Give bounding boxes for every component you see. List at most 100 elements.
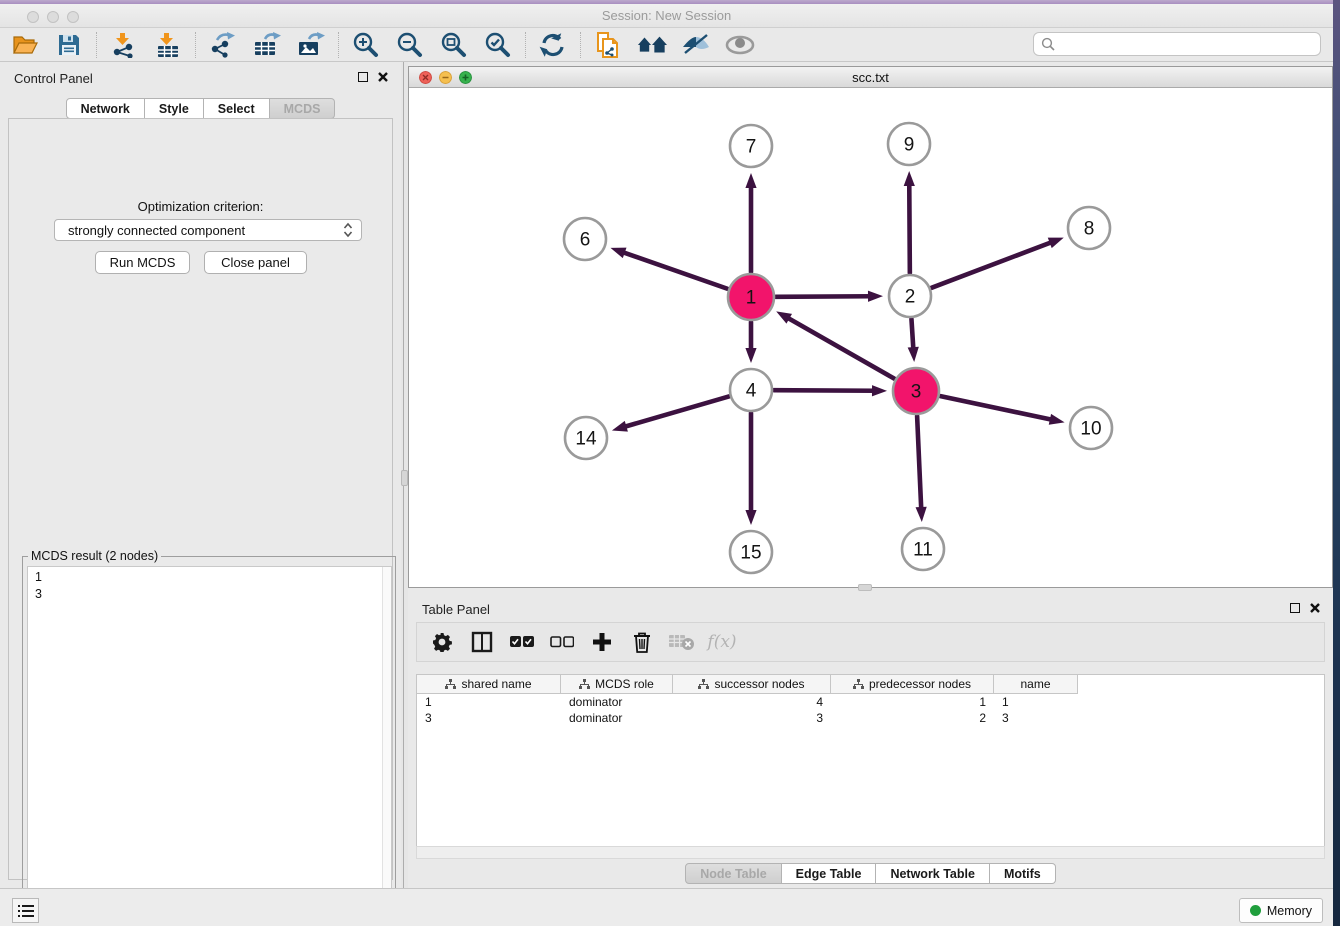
deselect-all-rows-icon[interactable] (549, 629, 575, 655)
network-canvas[interactable]: 7 9 6 8 1 2 4 3 14 10 15 11 (409, 88, 1332, 587)
cell-mcds-role[interactable]: dominator (561, 710, 673, 726)
hide-selected-icon[interactable] (681, 30, 711, 60)
graph-node-14[interactable]: 14 (565, 417, 607, 459)
add-column-icon[interactable] (589, 629, 615, 655)
graph-node-9[interactable]: 9 (888, 123, 930, 165)
edge-2-9[interactable] (904, 171, 915, 273)
edge-4-3[interactable] (774, 385, 887, 396)
graph-node-15[interactable]: 15 (730, 531, 772, 573)
table-row[interactable]: 3 dominator 3 2 3 (417, 710, 1324, 726)
column-header-mcds-role[interactable]: MCDS role (561, 675, 673, 694)
column-header-name[interactable]: name (994, 675, 1078, 694)
tab-mcds[interactable]: MCDS (270, 98, 336, 119)
task-history-button[interactable] (12, 898, 39, 923)
memory-button[interactable]: Memory (1239, 898, 1323, 923)
tab-motifs[interactable]: Motifs (990, 863, 1056, 884)
edge-3-10[interactable] (940, 396, 1064, 425)
zoom-fit-icon[interactable] (439, 30, 469, 60)
export-network-icon[interactable] (208, 30, 238, 60)
edge-3-1[interactable] (776, 311, 894, 378)
tab-select[interactable]: Select (204, 98, 270, 119)
tab-network-table[interactable]: Network Table (876, 863, 990, 884)
cell-successor-nodes[interactable]: 4 (673, 694, 831, 710)
cell-shared-name[interactable]: 3 (417, 710, 561, 726)
tab-edge-table[interactable]: Edge Table (782, 863, 877, 884)
cell-successor-nodes[interactable]: 3 (673, 710, 831, 726)
column-header-successor-nodes[interactable]: successor nodes (673, 675, 831, 694)
tab-style[interactable]: Style (145, 98, 204, 119)
save-session-icon[interactable] (54, 30, 84, 60)
close-panel-icon[interactable] (377, 71, 389, 83)
float-panel-icon[interactable] (358, 72, 368, 82)
graph-node-2[interactable]: 2 (889, 275, 931, 317)
select-all-rows-icon[interactable] (509, 629, 535, 655)
edge-1-2[interactable] (776, 291, 883, 302)
node-table[interactable]: shared name MCDS role successor nodes pr… (416, 674, 1325, 846)
open-file-icon[interactable] (10, 30, 40, 60)
edge-2-8[interactable] (932, 238, 1064, 288)
export-table-icon[interactable] (252, 30, 282, 60)
graph-node-11[interactable]: 11 (902, 528, 944, 570)
edge-2-3[interactable] (908, 319, 919, 362)
optimization-criterion-dropdown[interactable]: strongly connected component (54, 219, 362, 241)
splitter-grip[interactable] (401, 470, 408, 486)
graph-node-4[interactable]: 4 (730, 369, 772, 411)
close-panel-button[interactable]: Close panel (204, 251, 307, 274)
edge-1-6[interactable] (610, 248, 727, 289)
result-scrollbar[interactable] (382, 567, 391, 926)
settings-gear-icon[interactable] (429, 629, 455, 655)
table-row[interactable]: 1 dominator 4 1 1 (417, 694, 1324, 710)
table-header-row: shared name MCDS role successor nodes pr… (417, 675, 1324, 694)
import-table-icon[interactable] (153, 30, 183, 60)
edge-3-11[interactable] (916, 416, 927, 522)
column-header-shared-name[interactable]: shared name (417, 675, 561, 694)
search-box[interactable] (1033, 32, 1321, 56)
function-builder-icon[interactable]: f(x) (709, 629, 735, 655)
graph-node-6[interactable]: 6 (564, 218, 606, 260)
table-horizontal-scrollbar[interactable] (416, 846, 1325, 859)
import-network-icon[interactable] (109, 30, 139, 60)
graph-node-8[interactable]: 8 (1068, 207, 1110, 249)
cell-shared-name[interactable]: 1 (417, 694, 561, 710)
delete-column-icon[interactable] (629, 629, 655, 655)
graph-node-10[interactable]: 10 (1070, 407, 1112, 449)
cell-predecessor-nodes[interactable]: 1 (831, 694, 994, 710)
graph-node-3[interactable]: 3 (893, 368, 939, 414)
horizontal-splitter-grip[interactable] (858, 584, 872, 591)
column-header-predecessor-nodes[interactable]: predecessor nodes (831, 675, 994, 694)
cell-mcds-role[interactable]: dominator (561, 694, 673, 710)
column-chooser-icon[interactable] (469, 629, 495, 655)
export-image-icon[interactable] (296, 30, 326, 60)
cell-name[interactable]: 3 (994, 710, 1078, 726)
float-table-panel-icon[interactable] (1290, 603, 1300, 613)
duplicate-network-icon[interactable] (593, 30, 623, 60)
network-window-titlebar[interactable]: scc.txt (409, 67, 1332, 88)
search-input[interactable] (1060, 37, 1320, 51)
table-panel: Table Panel (408, 593, 1333, 888)
edge-4-15[interactable] (745, 413, 756, 525)
graph-node-1[interactable]: 1 (728, 274, 774, 320)
edge-4-14[interactable] (612, 396, 729, 431)
zoom-out-icon[interactable] (395, 30, 425, 60)
close-table-panel-icon[interactable] (1309, 602, 1321, 614)
mcds-result-text[interactable]: 1 3 (27, 566, 392, 926)
tab-node-table[interactable]: Node Table (685, 863, 781, 884)
graph-node-7[interactable]: 7 (730, 125, 772, 167)
edge-1-4[interactable] (745, 322, 756, 363)
task-list-icon (18, 904, 34, 918)
run-mcds-button[interactable]: Run MCDS (95, 251, 190, 274)
edge-1-7[interactable] (745, 173, 756, 272)
cell-predecessor-nodes[interactable]: 2 (831, 710, 994, 726)
zoom-in-icon[interactable] (351, 30, 381, 60)
vertical-splitter[interactable] (401, 62, 408, 888)
delete-table-icon[interactable] (669, 629, 695, 655)
zoom-selected-icon[interactable] (483, 30, 513, 60)
node-label: 8 (1084, 219, 1095, 240)
refresh-layout-icon[interactable] (538, 30, 568, 60)
tab-network[interactable]: Network (66, 98, 145, 119)
network-view-window: scc.txt 7 9 6 8 1 2 4 3 14 10 15 11 (408, 66, 1333, 588)
first-neighbors-icon[interactable] (637, 30, 667, 60)
cell-name[interactable]: 1 (994, 694, 1078, 710)
table-tabs: Node Table Edge Table Network Table Moti… (408, 863, 1333, 884)
show-all-icon[interactable] (725, 30, 755, 60)
